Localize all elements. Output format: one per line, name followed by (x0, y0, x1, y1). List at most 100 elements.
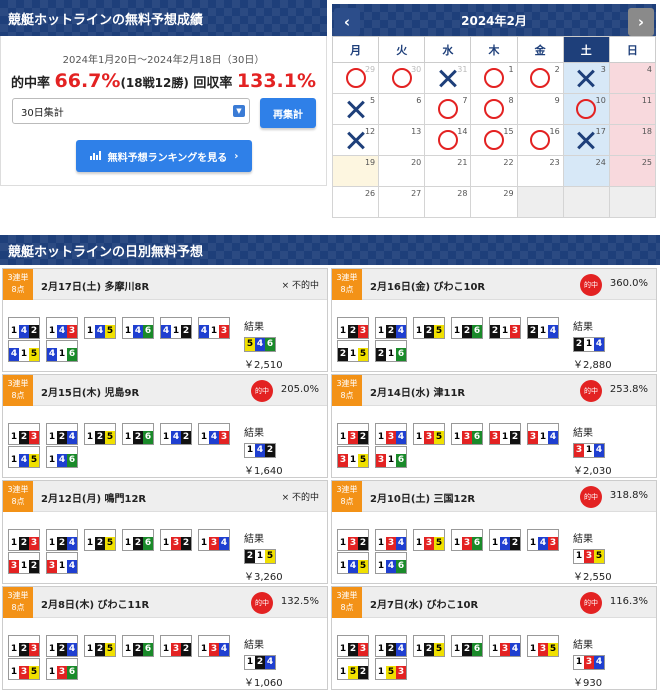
day-number: 29 (503, 189, 514, 198)
calendar-day[interactable]: 2 (516, 62, 564, 94)
result-combo: 124 (244, 655, 276, 670)
calendar-day[interactable]: 25 (608, 155, 657, 187)
boat-number: 2 (133, 537, 143, 550)
boat-number: 4 (500, 537, 510, 550)
bet-count: 8点 (340, 391, 354, 400)
combo: 126 (451, 317, 483, 339)
boat-number: 4 (538, 537, 548, 550)
combo: 134 (198, 529, 230, 551)
calendar-day[interactable]: 29 (470, 186, 518, 218)
prediction-card[interactable]: 3連単 8点 2月8日(木) びわこ11R 的中 132.5% 1 2 3 1 2 4 1 2 5 1 2 6 1… (2, 586, 328, 690)
calendar-day[interactable]: 30 (378, 62, 426, 94)
boat-number: 1 (9, 431, 19, 444)
calendar-day[interactable]: 4 (608, 62, 657, 94)
boat-number: 2 (57, 537, 67, 550)
result-box: 結果 1 3 4 ￥930 (573, 636, 605, 689)
combo: 123 (337, 317, 369, 339)
weekday-header: 水 (424, 36, 472, 63)
weekday-header: 金 (516, 36, 564, 63)
boat-number: 4 (67, 643, 77, 656)
result-label: 結果 (244, 322, 264, 333)
calendar-next-button[interactable]: › (628, 8, 654, 36)
calendar-day[interactable]: 19 (331, 155, 380, 187)
calendar-day[interactable]: 17 (562, 124, 610, 156)
calendar-day[interactable]: 10 (562, 93, 610, 125)
calendar-day[interactable]: 12 (331, 124, 380, 156)
combo: 153 (375, 658, 407, 680)
combo: 145 (84, 317, 116, 339)
prediction-card[interactable]: 3連単 8点 2月15日(木) 児島9R 的中 205.0% 1 2 3 1 2 4 1 2 5 1 2 6 1 4… (2, 374, 328, 478)
boat-number: 1 (348, 348, 358, 361)
boat-number: 6 (396, 560, 406, 573)
combo-list: 123124125126132134312314 (8, 529, 238, 575)
calendar-day[interactable]: 22 (470, 155, 518, 187)
combo: 125 (413, 635, 445, 657)
combo: 123 (8, 423, 40, 445)
boat-number: 3 (358, 325, 368, 338)
result-combo-wrap: 546 (244, 333, 283, 356)
combo: 142 (489, 529, 521, 551)
calendar-day[interactable]: 23 (516, 155, 564, 187)
boat-number: 3 (29, 537, 39, 550)
calendar-day[interactable]: 13 (378, 124, 426, 156)
calendar-day[interactable]: 15 (470, 124, 518, 156)
calendar-day[interactable]: 14 (424, 124, 472, 156)
calendar-day[interactable]: 27 (378, 186, 426, 218)
hit-circle-icon (483, 68, 504, 88)
calendar-day[interactable]: 24 (562, 155, 610, 187)
prediction-card[interactable]: 3連単 8点 2月7日(水) びわこ10R 的中 116.3% 1 2 3 1 2 4 1 2 5 1 2 6 1… (331, 586, 657, 690)
prediction-card[interactable]: 3連単 8点 2月12日(月) 鳴門12R × 不的中 1 2 3 1 2 4 1 2 5 1 2 6 1 3 2 1… (2, 480, 328, 584)
boat-number: 4 (161, 325, 171, 338)
calendar-day[interactable]: 1 (470, 62, 518, 94)
boat-number: 3 (209, 537, 219, 550)
calendar-day[interactable]: 18 (608, 124, 657, 156)
calendar-day[interactable]: 6 (378, 93, 426, 125)
calendar-day[interactable]: 28 (424, 186, 472, 218)
prediction-card[interactable]: 3連単 8点 2月17日(土) 多摩川8R × 不的中 1 4 2 1 4 3 1 4 5 1 4 6 4 1 2 4… (2, 268, 328, 372)
calendar-day[interactable]: 8 (470, 93, 518, 125)
calendar-day[interactable]: 29 (331, 62, 380, 94)
hit-circle-icon (437, 130, 458, 150)
calendar-day[interactable]: 21 (424, 155, 472, 187)
combo: 145 (337, 552, 369, 574)
boat-number: 1 (500, 431, 510, 444)
calendar-day[interactable]: 3 (562, 62, 610, 94)
boat-number: 4 (255, 338, 265, 351)
calendar-day[interactable]: 11 (608, 93, 657, 125)
calendar-day[interactable]: 7 (424, 93, 472, 125)
boat-number: 1 (386, 454, 396, 467)
boat-number: 1 (490, 643, 500, 656)
calendar-day[interactable]: 16 (516, 124, 564, 156)
prediction-card[interactable]: 3連単 8点 2月10日(土) 三国12R 的中 318.8% 1 3 2 1 3 4 1 3 5 1 3 6 1… (331, 480, 657, 584)
calendar-day[interactable]: 9 (516, 93, 564, 125)
boat-number: 1 (199, 431, 209, 444)
boat-number: 6 (67, 348, 77, 361)
calendar-day[interactable]: 31 (424, 62, 472, 94)
prediction-card[interactable]: 3連単 8点 2月14日(水) 津11R 的中 253.8% 1 3 2 1 3 4 1 3 5 1 3 6 3 1… (331, 374, 657, 478)
ranking-button[interactable]: 無料予想ランキングを見る › (76, 140, 252, 172)
combo: 136 (46, 658, 78, 680)
period-select[interactable]: 30日集計 ▼ (12, 98, 250, 124)
boat-number: 3 (19, 666, 29, 679)
calendar-day[interactable]: 5 (331, 93, 380, 125)
boat-number: 4 (19, 454, 29, 467)
recalc-button[interactable]: 再集計 (260, 98, 316, 128)
boat-number: 1 (574, 656, 584, 669)
boat-number: 3 (462, 537, 472, 550)
calendar-prev-button[interactable]: ‹ (334, 8, 360, 36)
prediction-card[interactable]: 3連単 8点 2月16日(金) びわこ10R 的中 360.0% 1 2 3 1 2 4 1 2 5 1 2 6… (331, 268, 657, 372)
boat-number: 4 (510, 643, 520, 656)
boat-number: 2 (358, 431, 368, 444)
calendar-month: 2024年2月 (461, 13, 527, 28)
calendar-day[interactable]: 20 (378, 155, 426, 187)
calendar-day[interactable]: 26 (331, 186, 380, 218)
boat-number: 1 (584, 338, 594, 351)
result-label: 結果 (244, 640, 264, 651)
calendar-day (608, 186, 657, 218)
hit-badge: 的中 (580, 592, 602, 614)
combo: 314 (46, 552, 78, 574)
boat-number: 6 (396, 454, 406, 467)
boat-number: 5 (348, 666, 358, 679)
boat-number: 1 (414, 537, 424, 550)
day-number: 26 (364, 189, 376, 198)
